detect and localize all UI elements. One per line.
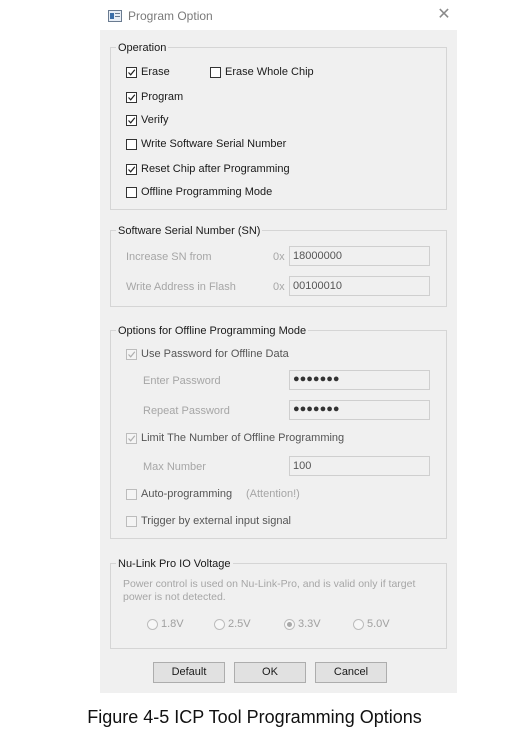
voltage-3-3v-radio[interactable]: 3.3V [284, 618, 321, 630]
radio-circle[interactable] [284, 618, 295, 630]
write-address-prefix: 0x [273, 281, 285, 293]
radio-circle[interactable] [214, 618, 225, 630]
erase-whole-chip-checkbox[interactable]: Erase Whole Chip [210, 66, 314, 78]
program-label: Program [141, 91, 184, 103]
increase-sn-label: Increase SN from [126, 251, 212, 263]
title-bar: Program Option ✕ [100, 2, 457, 30]
radio-circle[interactable] [353, 618, 364, 630]
attention-label: (Attention!) [246, 488, 300, 500]
repeat-password-input[interactable]: ●●●●●●● [289, 400, 430, 420]
check-icon [128, 350, 136, 358]
limit-number-checkbox[interactable]: Limit The Number of Offline Programming [126, 432, 344, 444]
check-icon [128, 116, 136, 124]
use-password-checkbox[interactable]: Use Password for Offline Data [126, 348, 289, 360]
radio-circle[interactable] [147, 618, 158, 630]
app-icon [108, 10, 122, 22]
trigger-external-label: Trigger by external input signal [141, 515, 292, 527]
check-icon [128, 93, 136, 101]
checkbox-box[interactable] [126, 163, 137, 175]
window-title: Program Option [128, 9, 213, 23]
verify-checkbox[interactable]: Verify [126, 114, 169, 126]
checkbox-box[interactable] [126, 348, 137, 360]
checkbox-box[interactable] [126, 515, 137, 527]
erase-checkbox[interactable]: Erase [126, 66, 170, 78]
offline-mode-checkbox[interactable]: Offline Programming Mode [126, 186, 272, 198]
reset-chip-checkbox[interactable]: Reset Chip after Programming [126, 163, 290, 175]
checkbox-box[interactable] [126, 114, 137, 126]
program-option-dialog: Program Option ✕ Operation Erase Erase W… [100, 2, 457, 693]
auto-programming-label: Auto-programming [141, 488, 233, 500]
offline-group-title: Options for Offline Programming Mode [116, 325, 309, 337]
enter-password-label: Enter Password [143, 375, 221, 387]
increase-sn-prefix: 0x [273, 251, 285, 263]
checkbox-box[interactable] [126, 91, 137, 103]
check-icon [128, 165, 136, 173]
checkbox-box[interactable] [126, 186, 137, 198]
auto-programming-checkbox[interactable]: Auto-programming [126, 488, 232, 500]
checkbox-box[interactable] [126, 66, 137, 78]
write-address-input[interactable]: 00100010 [289, 276, 430, 296]
max-number-label: Max Number [143, 461, 206, 473]
offline-mode-label: Offline Programming Mode [141, 186, 273, 198]
write-serial-label: Write Software Serial Number [141, 138, 287, 150]
close-icon[interactable]: ✕ [434, 5, 454, 25]
checkbox-box[interactable] [210, 66, 221, 78]
voltage-5-0v-radio[interactable]: 5.0V [353, 618, 390, 630]
check-icon [128, 434, 136, 442]
voltage-group-title: Nu-Link Pro IO Voltage [116, 558, 233, 570]
limit-number-label: Limit The Number of Offline Programming [141, 432, 345, 444]
cancel-button[interactable]: Cancel [315, 662, 387, 683]
increase-sn-input[interactable]: 18000000 [289, 246, 430, 266]
voltage-note-line2: power is not detected. [123, 591, 226, 603]
checkbox-box[interactable] [126, 432, 137, 444]
checkbox-box[interactable] [126, 138, 137, 150]
erase-whole-chip-label: Erase Whole Chip [225, 66, 314, 78]
radio-selected-dot [287, 621, 292, 627]
write-serial-checkbox[interactable]: Write Software Serial Number [126, 138, 286, 150]
operation-group-title: Operation [116, 42, 169, 54]
write-address-label: Write Address in Flash [126, 281, 236, 293]
trigger-external-checkbox[interactable]: Trigger by external input signal [126, 515, 291, 527]
voltage-1-8v-radio[interactable]: 1.8V [147, 618, 184, 630]
verify-label: Verify [141, 114, 169, 126]
program-checkbox[interactable]: Program [126, 91, 183, 103]
voltage-1-8v-label: 1.8V [161, 618, 184, 630]
check-icon [128, 68, 136, 76]
ok-button[interactable]: OK [234, 662, 306, 683]
enter-password-input[interactable]: ●●●●●●● [289, 370, 430, 390]
figure-caption: Figure 4-5 ICP Tool Programming Options [87, 707, 422, 727]
repeat-password-label: Repeat Password [143, 405, 230, 417]
use-password-label: Use Password for Offline Data [141, 348, 289, 360]
voltage-note-line1: Power control is used on Nu-Link-Pro, an… [123, 578, 416, 590]
default-button[interactable]: Default [153, 662, 225, 683]
erase-label: Erase [141, 66, 170, 78]
reset-chip-label: Reset Chip after Programming [141, 163, 290, 175]
voltage-3-3v-label: 3.3V [298, 618, 321, 630]
voltage-5-0v-label: 5.0V [367, 618, 390, 630]
max-number-input[interactable]: 100 [289, 456, 430, 476]
serial-group-title: Software Serial Number (SN) [116, 225, 263, 237]
voltage-group [110, 563, 447, 649]
voltage-2-5v-label: 2.5V [228, 618, 251, 630]
voltage-2-5v-radio[interactable]: 2.5V [214, 618, 251, 630]
checkbox-box[interactable] [126, 488, 137, 500]
